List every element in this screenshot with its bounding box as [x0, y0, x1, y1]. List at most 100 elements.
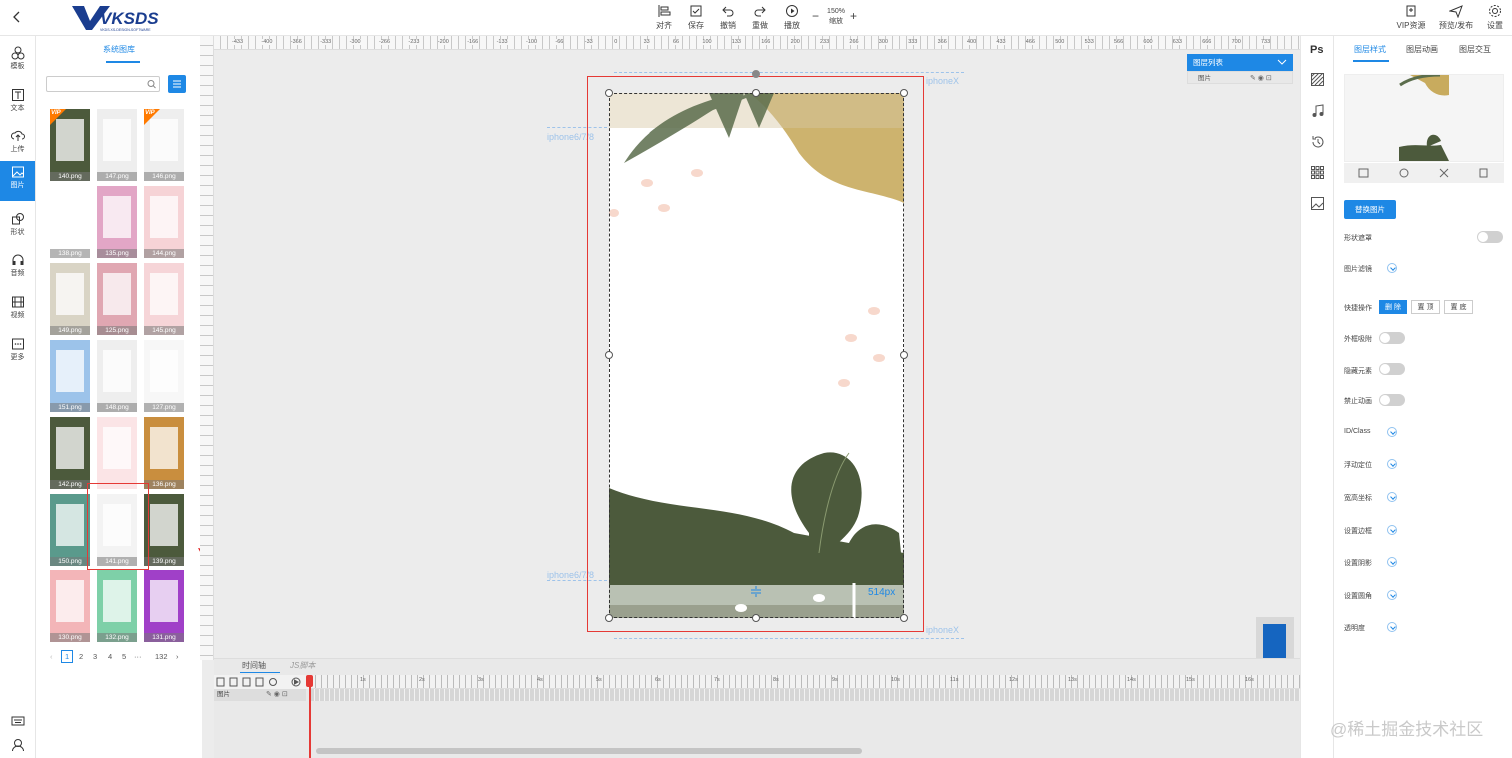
- user-icon[interactable]: [11, 738, 25, 752]
- thumbnail-item[interactable]: 127.png: [144, 340, 184, 412]
- music-icon[interactable]: [1311, 104, 1324, 123]
- redo-button[interactable]: 重做: [743, 4, 777, 31]
- prev-page-button[interactable]: ‹: [50, 652, 53, 661]
- thumbnail-item[interactable]: 135.png: [97, 186, 137, 258]
- opacity-expand-icon[interactable]: [1387, 622, 1397, 632]
- border-expand-icon[interactable]: [1387, 525, 1397, 535]
- nav-image[interactable]: 图片: [0, 161, 35, 201]
- rotate-handle[interactable]: [752, 70, 760, 78]
- library-tab-system[interactable]: 系统图库: [36, 44, 202, 55]
- shadow-expand-icon[interactable]: [1387, 557, 1397, 567]
- thumbnail-item[interactable]: 125.png: [97, 263, 137, 335]
- page-button-2[interactable]: 2: [79, 652, 83, 661]
- resize-handle-s[interactable]: [752, 614, 760, 622]
- resize-handle-nw[interactable]: [605, 89, 613, 97]
- size-position-expand-icon[interactable]: [1387, 492, 1397, 502]
- timeline-ruler[interactable]: [310, 675, 1300, 689]
- timeline-track[interactable]: [310, 689, 1300, 701]
- thumbnail-item[interactable]: 151.png: [50, 340, 90, 412]
- playhead[interactable]: [309, 675, 311, 758]
- page-button-1[interactable]: 1: [61, 650, 74, 663]
- resize-handle-n[interactable]: [752, 89, 760, 97]
- hide-element-toggle[interactable]: [1379, 363, 1405, 375]
- delete-button[interactable]: 删 除: [1379, 300, 1407, 314]
- bring-to-front-button[interactable]: 置 顶: [1411, 300, 1440, 314]
- timeline-row-actions-icon[interactable]: ✎ ◉ ⊡: [266, 689, 288, 701]
- texture-icon[interactable]: [1310, 72, 1324, 91]
- thumbnail-item[interactable]: 131.png: [144, 570, 184, 642]
- nav-text[interactable]: 文本: [0, 84, 35, 124]
- thumbnail-item[interactable]: 144.png: [144, 186, 184, 258]
- layer-list-header[interactable]: 图层列表: [1187, 54, 1293, 71]
- outer-snap-toggle[interactable]: [1379, 332, 1405, 344]
- nav-upload[interactable]: 上传: [0, 125, 35, 165]
- preview-publish-button[interactable]: 预览/发布: [1436, 4, 1476, 31]
- photoshop-icon[interactable]: Ps: [1310, 44, 1323, 56]
- thumbnail-item[interactable]: 130.png: [50, 570, 90, 642]
- thumbnail-item[interactable]: [97, 417, 137, 489]
- thumbnail-item[interactable]: 139.png: [144, 494, 184, 566]
- thumbnail-item[interactable]: 132.png: [97, 570, 137, 642]
- image-filter-expand-icon[interactable]: [1387, 263, 1397, 273]
- undo-button[interactable]: 撤销: [711, 4, 745, 31]
- image-settings-icon[interactable]: [1311, 197, 1324, 215]
- nav-more[interactable]: 更多: [0, 333, 35, 373]
- tab-timeline[interactable]: 时间轴: [242, 660, 266, 671]
- layer-row[interactable]: 图片 ✎ ◉ ⊡: [1187, 71, 1293, 84]
- zoom-out-button[interactable]: −: [812, 9, 819, 23]
- tab-layer-animation[interactable]: 图层动画: [1406, 44, 1438, 55]
- nav-video[interactable]: 视频: [0, 291, 35, 331]
- thumbnail-item[interactable]: 149.png: [50, 263, 90, 335]
- thumbnail-item[interactable]: 145.png: [144, 263, 184, 335]
- layer-actions-icon[interactable]: ✎ ◉ ⊡: [1250, 72, 1272, 85]
- tab-layer-style[interactable]: 图层样式: [1354, 44, 1386, 55]
- history-icon[interactable]: [1311, 135, 1325, 154]
- next-page-button[interactable]: ›: [176, 652, 179, 661]
- page-button-5[interactable]: 5: [122, 652, 126, 661]
- id-class-expand-icon[interactable]: [1387, 427, 1397, 437]
- tab-js-script[interactable]: JS脚本: [290, 660, 315, 671]
- resize-handle-e[interactable]: [900, 351, 908, 359]
- thumbnail-item[interactable]: 147.png: [97, 109, 137, 181]
- keyboard-icon[interactable]: [11, 714, 25, 726]
- playhead-handle[interactable]: [306, 675, 313, 687]
- tab-layer-interaction[interactable]: 图层交互: [1459, 44, 1491, 55]
- send-to-back-button[interactable]: 置 底: [1444, 300, 1473, 314]
- thumbnail-item[interactable]: 138.png: [50, 186, 90, 258]
- resize-handle-se[interactable]: [900, 614, 908, 622]
- thumbnail-item[interactable]: 148.png: [97, 340, 137, 412]
- page-button-3[interactable]: 3: [93, 652, 97, 661]
- play-button[interactable]: 播放: [775, 4, 809, 31]
- vip-resources-button[interactable]: VIP资源: [1392, 4, 1430, 31]
- search-icon[interactable]: [144, 77, 159, 91]
- disable-animation-toggle[interactable]: [1379, 394, 1405, 406]
- thumbnail-item[interactable]: 136.png: [144, 417, 184, 489]
- save-button[interactable]: 保存: [679, 4, 713, 31]
- search-input[interactable]: [46, 76, 160, 92]
- page-button-last[interactable]: 132: [155, 652, 168, 661]
- align-button[interactable]: 对齐: [647, 4, 681, 31]
- thumbnail-item[interactable]: VIP 146.png: [144, 109, 184, 181]
- settings-button[interactable]: 设置: [1480, 4, 1510, 31]
- float-position-expand-icon[interactable]: [1387, 459, 1397, 469]
- zoom-in-button[interactable]: +: [850, 9, 857, 23]
- nav-template[interactable]: 模板: [0, 42, 35, 82]
- resize-handle-sw[interactable]: [605, 614, 613, 622]
- list-menu-button[interactable]: [168, 75, 186, 93]
- nav-shape[interactable]: 形状: [0, 208, 35, 248]
- shape-mask-toggle[interactable]: [1477, 231, 1503, 243]
- thumbnail-item[interactable]: VIP 140.png: [50, 109, 90, 181]
- grid-icon[interactable]: [1311, 166, 1324, 184]
- back-icon[interactable]: [9, 9, 25, 25]
- page-button-4[interactable]: 4: [108, 652, 112, 661]
- resize-handle-w[interactable]: [605, 351, 613, 359]
- timeline-scrollbar[interactable]: [316, 748, 862, 754]
- thumbnail-item[interactable]: 150.png: [50, 494, 90, 566]
- timeline-layer-row[interactable]: 图片 ✎ ◉ ⊡: [214, 689, 306, 701]
- thumbnail-item[interactable]: 142.png: [50, 417, 90, 489]
- replace-image-button[interactable]: 替换图片: [1344, 200, 1396, 219]
- corner-radius-expand-icon[interactable]: [1387, 590, 1397, 600]
- nav-audio[interactable]: 音频: [0, 249, 35, 289]
- ruler-tick-label: 133: [731, 39, 741, 45]
- resize-handle-ne[interactable]: [900, 89, 908, 97]
